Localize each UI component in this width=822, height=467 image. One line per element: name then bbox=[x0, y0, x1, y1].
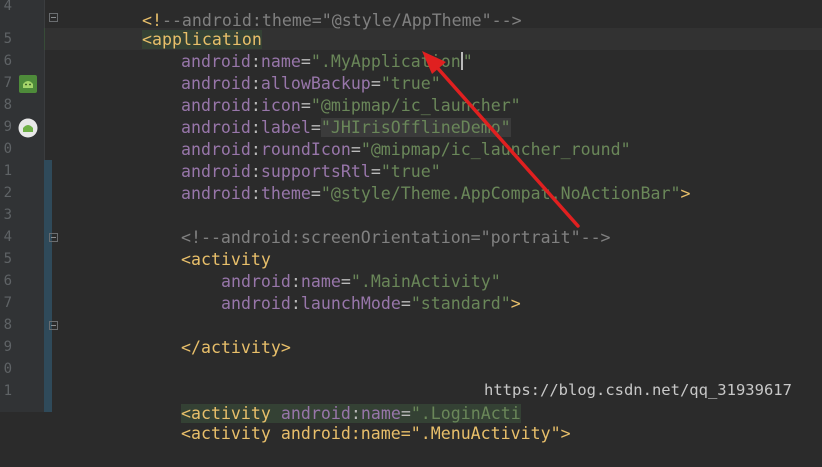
arrow-head bbox=[422, 51, 446, 74]
arrow-shaft bbox=[432, 62, 580, 228]
tag-text: <activity android:name=".MenuActivity"> bbox=[180, 424, 571, 443]
annotation-arrow bbox=[422, 51, 580, 228]
